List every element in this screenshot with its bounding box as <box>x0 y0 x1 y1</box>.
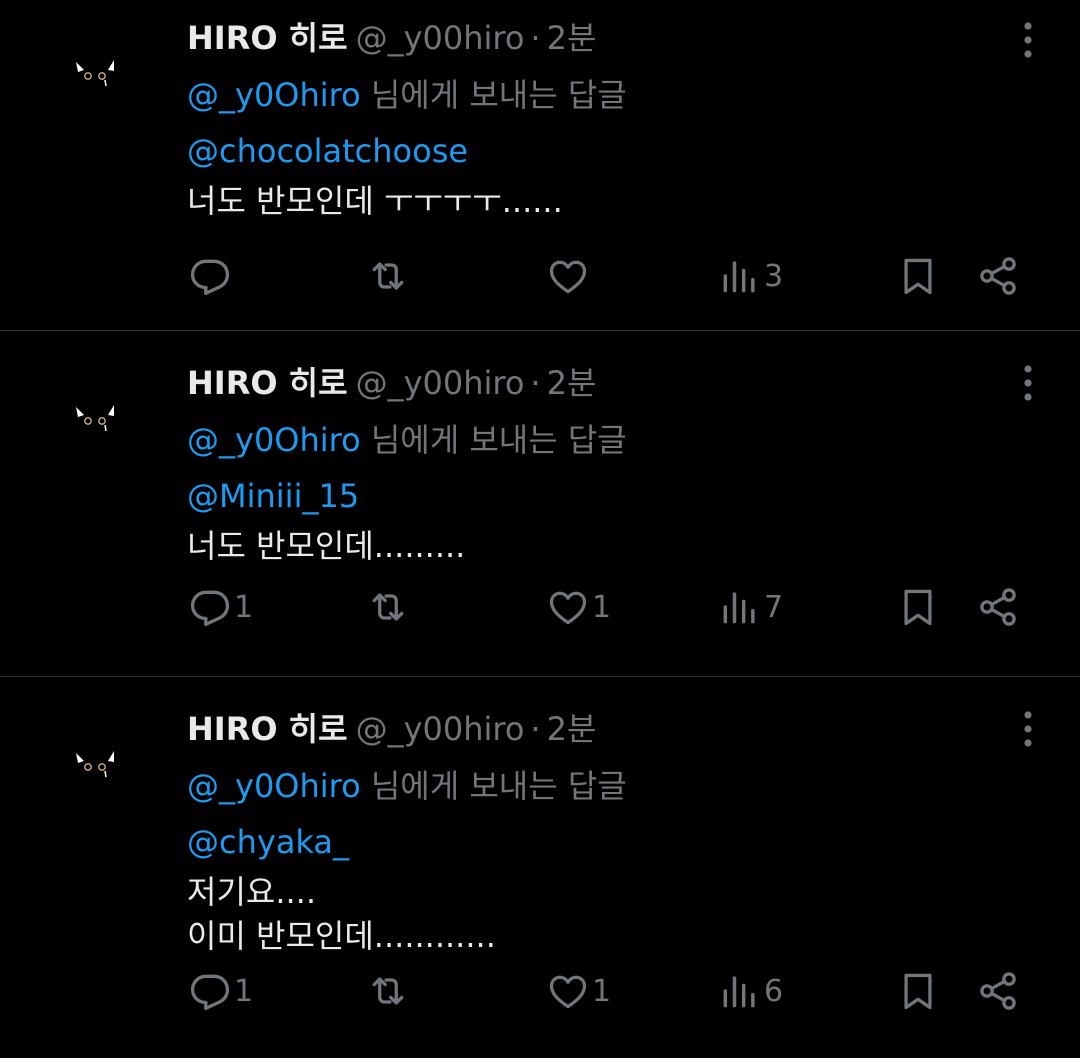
share-icon <box>980 257 1016 295</box>
retweet-icon <box>372 593 404 621</box>
reply-count: 1 <box>234 973 254 1009</box>
reply-button[interactable]: 1 <box>188 967 253 1015</box>
views-icon <box>723 976 755 1008</box>
more-vertical-icon[interactable] <box>1022 18 1034 62</box>
reply-suffix: 님에게 보내는 답글 <box>360 421 627 459</box>
retweet-button[interactable] <box>366 583 410 631</box>
reply-suffix: 님에게 보내는 답글 <box>360 767 627 805</box>
tweet-time[interactable]: 2분 <box>547 364 597 402</box>
views-icon <box>723 592 755 624</box>
author-name[interactable]: HIRO 히로 <box>187 710 348 748</box>
avatar[interactable] <box>72 56 118 90</box>
avatar[interactable] <box>72 747 118 781</box>
avatar[interactable] <box>72 401 118 435</box>
reply-to-handle[interactable]: @_y0Ohiro <box>187 421 361 459</box>
separator-dot: · <box>530 710 541 748</box>
more-vertical-icon[interactable] <box>1022 707 1034 751</box>
view-count: 6 <box>764 973 784 1009</box>
tweet[interactable]: HIRO 히로 @_y00hiro · 2분 @_y0Ohiro 님에게 보내는 답글… <box>0 331 1080 676</box>
mention-link[interactable]: @chyaka_ <box>187 820 960 864</box>
tweet-time[interactable]: 2분 <box>547 710 597 748</box>
views-button[interactable]: 7 <box>718 583 783 631</box>
share-button[interactable] <box>976 583 1020 631</box>
tweet-text: 너도 반모인데......... <box>187 527 466 565</box>
tweet-actions: 3 <box>188 252 1022 300</box>
like-button[interactable]: 1 <box>546 967 611 1015</box>
replying-to-line: @_y0Ohiro 님에게 보내는 답글 <box>187 418 960 462</box>
share-button[interactable] <box>976 252 1020 300</box>
views-button[interactable]: 3 <box>718 252 783 300</box>
reply-count: 1 <box>234 589 254 625</box>
retweet-button[interactable] <box>366 252 410 300</box>
mention-link[interactable]: @chocolatchoose <box>187 129 960 173</box>
view-count: 7 <box>764 589 784 625</box>
tweet-text: 저기요.... 이미 반모인데............ <box>187 873 496 955</box>
tweet[interactable]: HIRO 히로 @_y00hiro · 2분 @_y0Ohiro 님에게 보내는 답글… <box>0 0 1080 330</box>
like-count: 1 <box>592 589 612 625</box>
views-icon <box>723 261 755 293</box>
reply-to-handle[interactable]: @_y0Ohiro <box>187 767 361 805</box>
more-vertical-icon[interactable] <box>1022 361 1034 405</box>
reply-to-handle[interactable]: @_y0Ohiro <box>187 76 361 114</box>
bookmark-button[interactable] <box>896 252 940 300</box>
bookmark-button[interactable] <box>896 967 940 1015</box>
reply-button[interactable]: 1 <box>188 583 253 631</box>
retweet-icon <box>372 977 404 1005</box>
share-icon <box>980 588 1016 626</box>
tweet-header: HIRO 히로 @_y00hiro · 2분 <box>187 361 960 405</box>
author-handle[interactable]: @_y00hiro <box>356 710 525 748</box>
author-name[interactable]: HIRO 히로 <box>187 19 348 57</box>
retweet-icon <box>372 262 404 290</box>
tweet-time[interactable]: 2분 <box>547 19 597 57</box>
bookmark-icon <box>904 589 932 626</box>
heart-icon <box>549 975 587 1009</box>
tweet-header: HIRO 히로 @_y00hiro · 2분 <box>187 707 960 751</box>
separator-dot: · <box>530 19 541 57</box>
bookmark-button[interactable] <box>896 583 940 631</box>
reply-icon <box>190 590 230 627</box>
tweet[interactable]: HIRO 히로 @_y00hiro · 2분 @_y0Ohiro 님에게 보내는 답글… <box>0 677 1080 1058</box>
reply-button[interactable] <box>188 252 234 300</box>
replying-to-line: @_y0Ohiro 님에게 보내는 답글 <box>187 764 960 808</box>
tweet-header: HIRO 히로 @_y00hiro · 2분 <box>187 16 960 60</box>
tweet-text: 너도 반모인데 ㅜㅜㅜㅜ...... <box>187 182 563 220</box>
share-button[interactable] <box>976 967 1020 1015</box>
reply-suffix: 님에게 보내는 답글 <box>360 76 627 114</box>
like-button[interactable]: 1 <box>546 583 611 631</box>
retweet-button[interactable] <box>366 967 410 1015</box>
author-name[interactable]: HIRO 히로 <box>187 364 348 402</box>
like-count: 1 <box>592 973 612 1009</box>
separator-dot: · <box>530 364 541 402</box>
bookmark-icon <box>904 258 932 295</box>
tweet-actions: 1 1 6 <box>188 967 1022 1015</box>
heart-icon <box>549 260 587 294</box>
like-button[interactable] <box>546 252 592 300</box>
tweet-actions: 1 1 7 <box>188 583 1022 631</box>
bookmark-icon <box>904 973 932 1010</box>
author-handle[interactable]: @_y00hiro <box>356 19 525 57</box>
heart-icon <box>549 591 587 625</box>
replying-to-line: @_y0Ohiro 님에게 보내는 답글 <box>187 73 960 117</box>
reply-icon <box>190 974 230 1011</box>
view-count: 3 <box>764 258 784 294</box>
reply-icon <box>190 259 230 296</box>
share-icon <box>980 972 1016 1010</box>
views-button[interactable]: 6 <box>718 967 783 1015</box>
author-handle[interactable]: @_y00hiro <box>356 364 525 402</box>
mention-link[interactable]: @Miniii_15 <box>187 474 960 518</box>
